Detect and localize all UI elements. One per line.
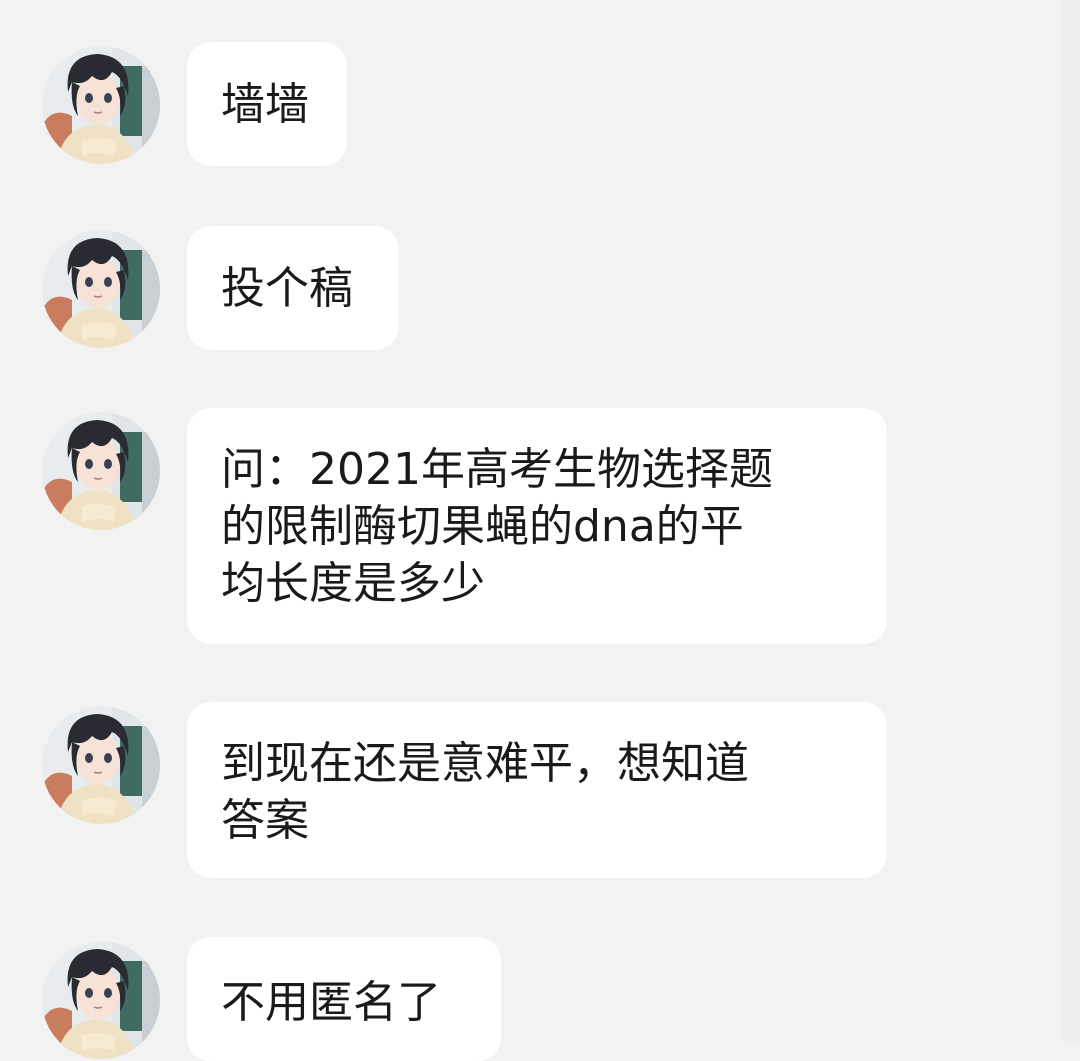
message-bubble[interactable]: 到现在还是意难平，想知道 答案 bbox=[187, 702, 887, 878]
message-bubble[interactable]: 投个稿 bbox=[187, 226, 399, 350]
avatar-anime-boy-icon[interactable] bbox=[42, 941, 160, 1059]
message-bubble[interactable]: 不用匿名了 bbox=[187, 937, 501, 1061]
avatar-anime-boy-icon[interactable] bbox=[42, 46, 160, 164]
avatar-anime-boy-icon[interactable] bbox=[42, 706, 160, 824]
scrollbar-track[interactable] bbox=[1062, 0, 1080, 1043]
message-bubble[interactable]: 墙墙 bbox=[187, 42, 347, 166]
avatar-anime-boy-icon[interactable] bbox=[42, 230, 160, 348]
message-bubble[interactable]: 问：2021年高考生物选择题 的限制酶切果蝇的dna的平 均长度是多少 bbox=[187, 408, 887, 644]
avatar-anime-boy-icon[interactable] bbox=[42, 412, 160, 530]
chat-area: 墙墙 投个稿 问：2021年高考生物选择题 的限制酶切果蝇的dna的平 均长度是… bbox=[0, 0, 1062, 1061]
